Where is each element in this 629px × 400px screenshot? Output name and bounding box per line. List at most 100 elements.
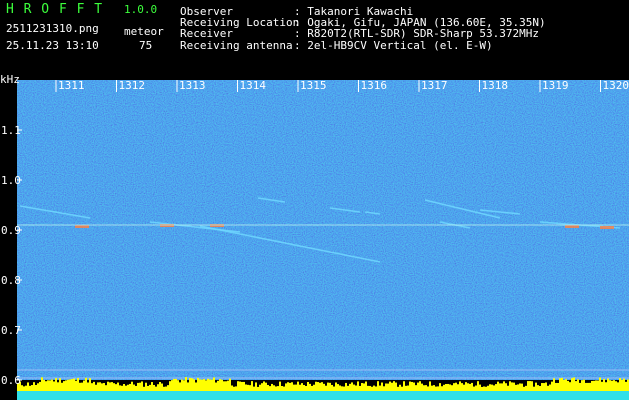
level-bar xyxy=(431,385,433,391)
level-bar xyxy=(93,381,95,391)
level-bar xyxy=(217,380,219,391)
level-bar xyxy=(97,382,99,391)
level-bar xyxy=(605,382,607,391)
level-bar xyxy=(569,382,571,391)
level-bar xyxy=(223,381,225,391)
level-bar xyxy=(521,383,523,391)
level-bar xyxy=(347,385,349,391)
level-bar xyxy=(279,381,281,391)
level-bar xyxy=(359,385,361,391)
level-bar xyxy=(445,383,447,391)
level-bar xyxy=(123,383,125,391)
level-bar xyxy=(523,386,525,391)
level-bar xyxy=(425,385,427,391)
level-bar xyxy=(293,384,295,391)
level-bar xyxy=(367,385,369,391)
level-bar xyxy=(573,377,575,391)
level-bar xyxy=(613,380,615,391)
level-bar xyxy=(419,381,421,391)
level-bar xyxy=(329,382,331,391)
level-bar xyxy=(489,384,491,391)
level-bar xyxy=(153,384,155,391)
level-bar xyxy=(211,379,213,391)
level-bar xyxy=(271,383,273,391)
level-bar xyxy=(493,385,495,391)
level-bar xyxy=(557,382,559,391)
level-bar xyxy=(41,377,43,391)
level-bar xyxy=(547,385,549,391)
level-bar xyxy=(385,383,387,391)
frequency-tick-label: 0.9 xyxy=(1,224,21,237)
level-bar xyxy=(91,383,93,391)
level-bar xyxy=(501,383,503,391)
level-bar xyxy=(421,383,423,391)
level-bar xyxy=(257,386,259,391)
level-bar xyxy=(21,385,23,391)
level-bar xyxy=(273,385,275,391)
level-bar xyxy=(617,382,619,391)
level-bar xyxy=(295,384,297,391)
level-bar xyxy=(303,384,305,391)
level-bar xyxy=(301,383,303,391)
level-bar xyxy=(551,381,553,391)
level-bar xyxy=(159,381,161,391)
level-bar xyxy=(221,379,223,391)
level-bar xyxy=(71,379,73,391)
level-bar xyxy=(583,379,585,391)
level-bar xyxy=(527,381,529,391)
level-bar xyxy=(597,380,599,391)
level-bar xyxy=(47,380,49,391)
level-bar xyxy=(449,384,451,391)
level-bar xyxy=(459,381,461,391)
level-bar xyxy=(603,379,605,391)
level-bar xyxy=(515,384,517,391)
level-bar xyxy=(131,381,133,391)
level-bar xyxy=(289,382,291,391)
level-bar xyxy=(581,380,583,391)
level-bar xyxy=(199,379,201,391)
level-bar xyxy=(461,383,463,391)
level-bar xyxy=(313,384,315,391)
level-bar xyxy=(57,382,59,391)
level-bar xyxy=(161,383,163,391)
level-bar xyxy=(269,386,271,391)
level-bar xyxy=(259,384,261,391)
level-bar xyxy=(507,385,509,391)
level-bar xyxy=(215,382,217,391)
level-bar xyxy=(39,381,41,391)
level-bar xyxy=(353,384,355,391)
level-bar xyxy=(247,384,249,391)
level-bar xyxy=(193,379,195,391)
level-bar xyxy=(571,378,573,391)
level-bar xyxy=(231,385,233,391)
level-bar xyxy=(491,384,493,391)
level-bar xyxy=(275,386,277,391)
level-bar xyxy=(309,383,311,391)
level-bar xyxy=(595,380,597,391)
level-bar xyxy=(415,385,417,391)
level-bar xyxy=(441,386,443,391)
level-bar xyxy=(127,384,129,391)
spectrogram-plot xyxy=(17,80,629,400)
signal-hotspot xyxy=(600,226,614,229)
level-bar xyxy=(469,383,471,391)
level-bar xyxy=(559,378,561,391)
level-bar xyxy=(305,385,307,391)
level-bar xyxy=(443,384,445,391)
level-bar xyxy=(291,382,293,391)
level-bar xyxy=(537,385,539,391)
level-bar xyxy=(339,385,341,391)
level-bar xyxy=(101,383,103,391)
level-bar xyxy=(411,381,413,391)
level-bar xyxy=(85,377,87,391)
level-bar xyxy=(251,381,253,391)
level-bar xyxy=(475,385,477,391)
time-tick-label: 1314 xyxy=(239,79,267,92)
level-bar xyxy=(563,379,565,391)
level-bar xyxy=(179,382,181,391)
level-bar xyxy=(35,384,37,391)
level-bar xyxy=(467,383,469,391)
level-bar xyxy=(183,380,185,391)
level-bar xyxy=(233,386,235,391)
level-bar xyxy=(481,386,483,391)
